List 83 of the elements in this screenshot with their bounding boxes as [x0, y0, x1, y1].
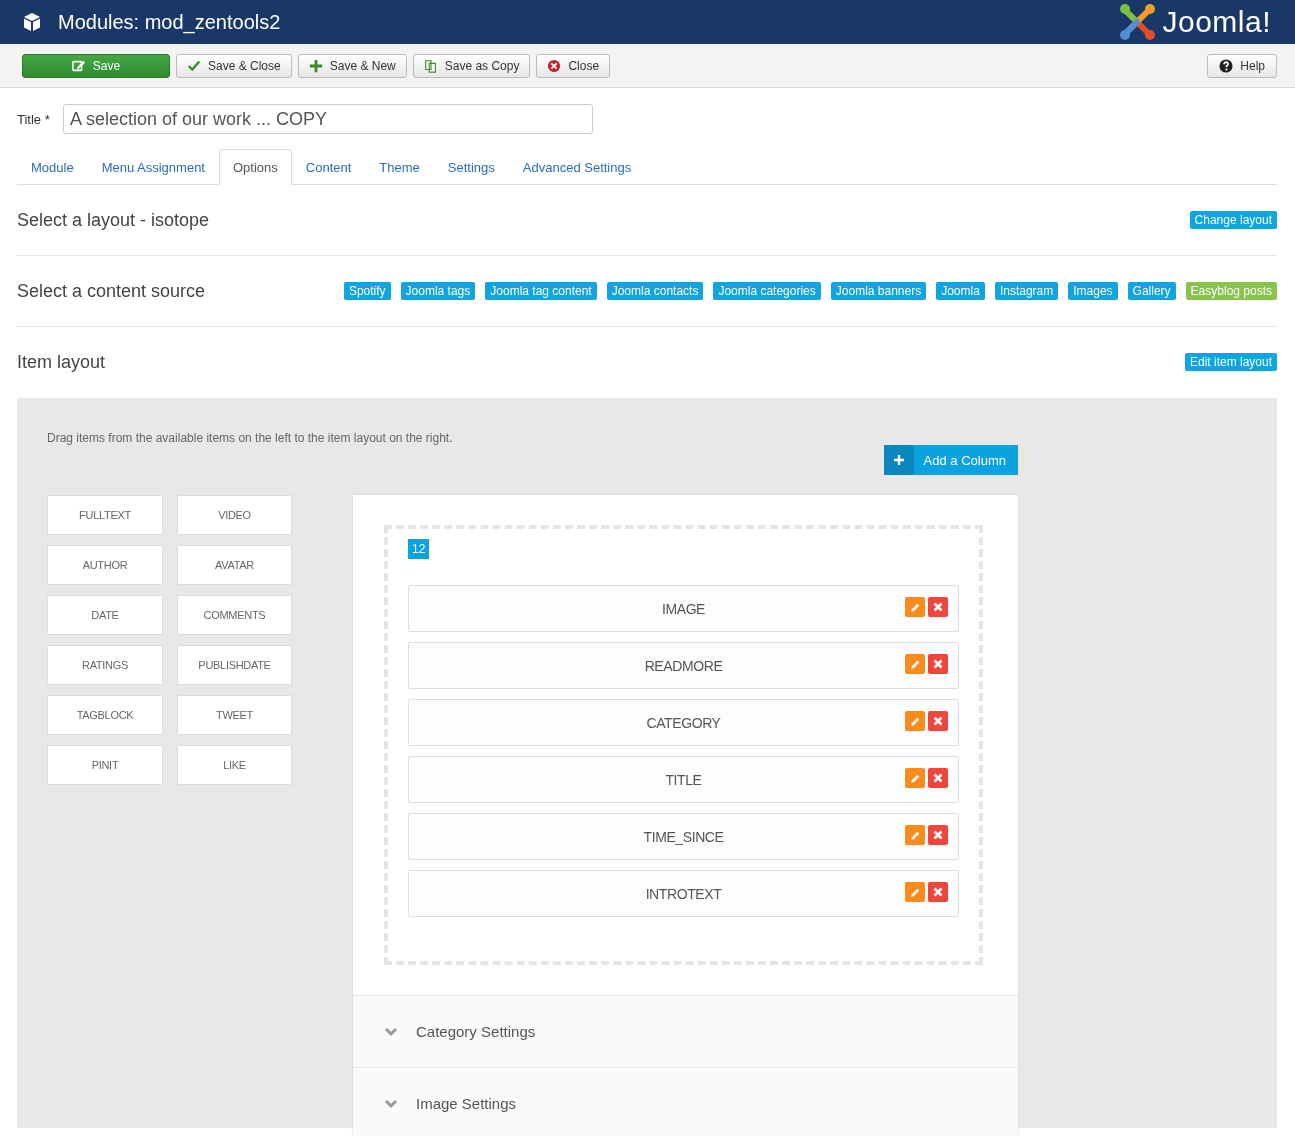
available-item[interactable]: LIKE [177, 745, 292, 785]
available-item[interactable]: COMMENTS [177, 595, 292, 635]
pencil-icon [909, 772, 921, 784]
pencil-icon [909, 715, 921, 727]
chevron-down-icon [384, 1098, 398, 1109]
close-icon [933, 830, 943, 840]
layout-item-label: INTROTEXT [645, 885, 722, 902]
close-icon [933, 887, 943, 897]
help-button[interactable]: Help [1207, 53, 1277, 78]
edit-button[interactable] [905, 768, 925, 788]
logo-icon [1118, 3, 1157, 41]
close-icon [933, 659, 943, 669]
layout-item[interactable]: IMAGE [408, 585, 959, 632]
layout-item[interactable]: TITLE [408, 756, 959, 803]
layout-item-label: READMORE [644, 657, 723, 674]
title-label: Title * [17, 111, 51, 127]
layout-item[interactable]: INTROTEXT [408, 870, 959, 917]
tab[interactable]: Settings [433, 149, 509, 184]
check-icon [187, 58, 201, 73]
layout-item[interactable]: READMORE [408, 642, 959, 689]
edit-button[interactable] [905, 654, 925, 674]
brand-name: Joomla! [1162, 5, 1271, 39]
layout-item-label: TIME_SINCE [643, 828, 724, 845]
delete-button[interactable] [928, 768, 948, 788]
close-icon [933, 602, 943, 612]
layout-item-label: CATEGORY [646, 714, 721, 731]
edit-button[interactable] [905, 597, 925, 617]
available-item[interactable]: TAGBLOCK [47, 695, 163, 735]
available-item[interactable]: PUBLISHDATE [177, 645, 292, 685]
tab[interactable]: Module [17, 149, 88, 184]
available-item[interactable]: RATINGS [47, 645, 163, 685]
title-input[interactable]: A selection of our work ... COPY [63, 104, 593, 134]
chevron-down-icon [384, 1026, 398, 1037]
layout-item[interactable]: TIME_SINCE [408, 813, 959, 860]
toolbar-button[interactable]: Save [22, 53, 170, 78]
toolbar-button[interactable]: Save as Copy [412, 53, 531, 78]
section-heading: Select a layout - isotope [17, 209, 210, 231]
delete-button[interactable] [928, 825, 948, 845]
pencil-icon [909, 601, 921, 613]
copy-icon [423, 58, 438, 73]
close-circle-icon [547, 58, 562, 73]
pencil-icon [909, 829, 921, 841]
toolbar-button[interactable]: Save & Close [176, 53, 292, 78]
help-icon [1219, 58, 1234, 73]
available-item[interactable]: FULLTEXT [47, 495, 163, 535]
available-item[interactable]: AUTHOR [47, 545, 163, 585]
window-title: Modules: mod_zentools2 [58, 10, 281, 34]
edit-button[interactable] [905, 711, 925, 731]
accordion-header[interactable]: Category Settings [353, 995, 1018, 1067]
layout-item-label: IMAGE [661, 600, 706, 617]
accordion-header[interactable]: Image Settings [353, 1067, 1018, 1136]
tab[interactable]: Advanced Settings [508, 149, 646, 184]
layout-item-label: TITLE [665, 771, 702, 788]
delete-button[interactable] [928, 654, 948, 674]
tab[interactable]: Content [291, 149, 366, 184]
available-item[interactable]: PINIT [47, 745, 163, 785]
available-item[interactable]: VIDEO [177, 495, 292, 535]
close-icon [933, 773, 943, 783]
delete-button[interactable] [928, 882, 948, 902]
close-icon [933, 716, 943, 726]
delete-button[interactable] [928, 711, 948, 731]
plus-icon [308, 58, 323, 73]
section-heading: Select a content source [17, 280, 206, 302]
hint-text: Drag items from the available items on the left to the item layout on the right. [47, 430, 454, 445]
delete-button[interactable] [928, 597, 948, 617]
available-item[interactable]: TWEET [177, 695, 292, 735]
cube-icon [22, 12, 42, 32]
edit-button[interactable] [905, 825, 925, 845]
edit-button[interactable] [905, 882, 925, 902]
pencil-icon [909, 658, 921, 670]
pencil-icon [909, 886, 921, 898]
layout-item[interactable]: CATEGORY [408, 699, 959, 746]
tab[interactable]: Options [219, 149, 292, 185]
available-item[interactable]: DATE [47, 595, 163, 635]
toolbar-button[interactable]: Save & New [297, 53, 407, 78]
edit-icon [71, 58, 86, 73]
toolbar-button[interactable]: Close [536, 53, 611, 78]
tab[interactable]: Theme [365, 149, 434, 184]
plus-icon [893, 455, 904, 465]
section-heading: Item layout [17, 351, 106, 373]
available-item[interactable]: AVATAR [177, 545, 292, 585]
column-width-badge: 12 [408, 539, 430, 559]
tab[interactable]: Menu Assignment [87, 149, 219, 184]
